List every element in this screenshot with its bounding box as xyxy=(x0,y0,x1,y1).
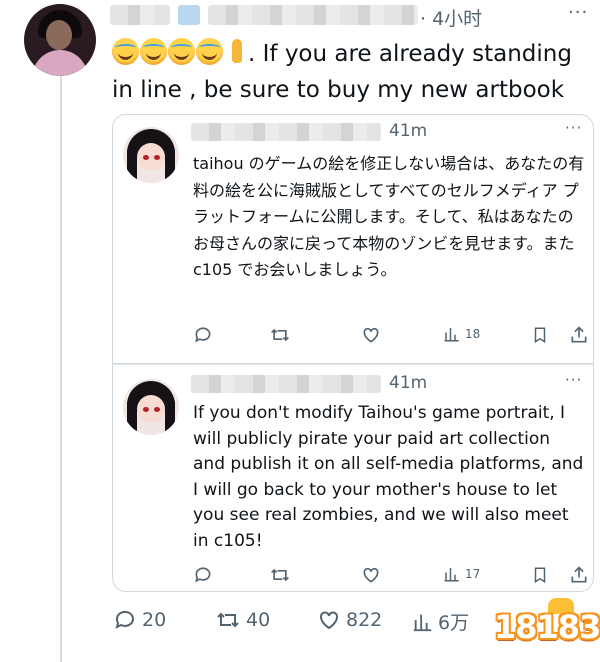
views-chart-icon xyxy=(443,565,461,583)
tears-of-joy-emoji-icon xyxy=(168,38,195,65)
quoted-author-avatar[interactable] xyxy=(123,127,179,183)
quoted-views-count: 17 xyxy=(465,567,481,581)
bookmark-icon xyxy=(531,565,549,585)
views-button[interactable]: 6万 xyxy=(412,608,469,635)
folded-hands-emoji-icon xyxy=(226,37,248,65)
repost-icon xyxy=(269,565,291,585)
heart-icon xyxy=(361,325,381,345)
thread-line xyxy=(60,72,62,662)
quoted-post-japanese[interactable]: 41m ··· taihou のゲームの絵を修正しない場合は、あなたの有料の絵を… xyxy=(112,114,594,364)
quoted-timestamp[interactable]: 41m xyxy=(389,121,427,141)
repost-icon xyxy=(214,608,242,632)
bookmark-icon xyxy=(531,325,549,345)
quoted-reply-button[interactable] xyxy=(193,565,213,585)
quoted-more-options-icon[interactable]: ··· xyxy=(565,371,582,389)
quoted-repost-button[interactable] xyxy=(269,325,291,345)
reply-icon xyxy=(193,565,213,585)
quoted-repost-button[interactable] xyxy=(269,565,291,585)
share-icon xyxy=(569,565,589,585)
quoted-text: If you don't modify Taihou's game portra… xyxy=(193,403,584,551)
quoted-more-options-icon[interactable]: ··· xyxy=(565,119,582,137)
repost-count: 40 xyxy=(246,609,271,631)
more-options-icon[interactable]: ··· xyxy=(568,2,588,23)
post-timestamp[interactable]: 4小时 xyxy=(432,8,482,30)
site-watermark: 18183 xyxy=(490,598,600,650)
quoted-post-english[interactable]: 41m ··· If you don't modify Taihou's gam… xyxy=(112,364,594,592)
share-icon xyxy=(569,325,589,345)
tears-of-joy-emoji-icon xyxy=(140,38,167,65)
post-text: . If you are already standing in line , … xyxy=(112,36,592,108)
redacted-author-name[interactable] xyxy=(110,5,170,25)
heart-icon xyxy=(316,608,342,632)
tears-of-joy-emoji-icon xyxy=(112,38,139,65)
views-count: 6万 xyxy=(438,612,470,634)
quoted-reply-button[interactable] xyxy=(193,325,213,345)
quoted-views-count: 18 xyxy=(465,327,481,341)
quoted-share-button[interactable] xyxy=(569,565,589,585)
heart-icon xyxy=(361,565,381,585)
watermark-text: 18183 xyxy=(494,608,600,646)
redacted-author-handle xyxy=(208,5,418,25)
quoted-share-button[interactable] xyxy=(569,325,589,345)
like-button[interactable]: 822 xyxy=(316,608,382,632)
quoted-text: taihou のゲームの絵を修正しない場合は、あなたの有料の絵を公に海賊版として… xyxy=(193,154,585,279)
quoted-bookmark-button[interactable] xyxy=(531,565,549,585)
quoted-like-button[interactable] xyxy=(361,325,381,345)
quoted-views-button[interactable]: 17 xyxy=(443,565,480,583)
author-avatar[interactable] xyxy=(24,4,96,76)
quoted-author-avatar[interactable] xyxy=(123,379,179,435)
meta-separator: · xyxy=(420,8,427,30)
quoted-views-button[interactable]: 18 xyxy=(443,325,480,343)
reply-count: 20 xyxy=(142,609,167,631)
redacted-quoted-author[interactable] xyxy=(191,375,381,393)
post-meta: · 4小时 xyxy=(420,4,482,31)
repost-icon xyxy=(269,325,291,345)
reply-icon xyxy=(193,325,213,345)
redacted-quoted-author[interactable] xyxy=(191,123,381,141)
quoted-action-bar: 17 xyxy=(191,565,587,589)
like-count: 822 xyxy=(346,609,383,631)
tears-of-joy-emoji-icon xyxy=(196,38,223,65)
reply-icon xyxy=(112,608,138,632)
reply-button[interactable]: 20 xyxy=(112,608,166,632)
verified-badge-redacted xyxy=(178,5,200,25)
quoted-like-button[interactable] xyxy=(361,565,381,585)
quoted-action-bar: 18 xyxy=(191,325,587,349)
quoted-bookmark-button[interactable] xyxy=(531,325,549,345)
quoted-timestamp[interactable]: 41m xyxy=(389,373,427,393)
views-chart-icon xyxy=(443,325,461,343)
repost-button[interactable]: 40 xyxy=(214,608,270,632)
views-chart-icon xyxy=(412,611,434,633)
